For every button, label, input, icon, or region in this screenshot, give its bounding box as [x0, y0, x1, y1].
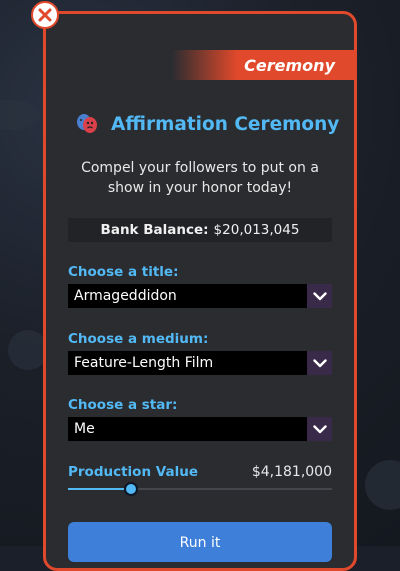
title-select-value: Armageddidon	[74, 288, 177, 304]
title-select-toggle[interactable]	[307, 284, 332, 308]
theater-masks-icon	[77, 114, 97, 133]
bank-balance: Bank Balance: $20,013,045	[68, 218, 332, 242]
ceremony-banner: Ceremony	[172, 50, 354, 80]
star-select-toggle[interactable]	[307, 417, 332, 441]
medium-select-toggle[interactable]	[307, 351, 332, 375]
close-button[interactable]	[31, 1, 59, 29]
title-select[interactable]: Armageddidon	[68, 284, 332, 308]
medium-select-value: Feature-Length Film	[74, 355, 214, 371]
title-field-label: Choose a title:	[68, 264, 179, 280]
bank-balance-value: $20,013,045	[213, 222, 300, 238]
chevron-down-icon	[312, 358, 327, 367]
production-value-amount: $4,181,000	[251, 464, 332, 480]
star-field-label: Choose a star:	[68, 397, 178, 413]
medium-select[interactable]: Feature-Length Film	[68, 351, 332, 375]
chevron-down-icon	[312, 291, 327, 300]
chevron-down-icon	[312, 424, 327, 433]
production-value-slider[interactable]	[68, 488, 332, 490]
production-value-label: Production Value	[68, 464, 198, 480]
background-blob	[8, 330, 48, 370]
production-slider-fill	[68, 488, 132, 490]
medium-field-label: Choose a medium:	[68, 331, 209, 347]
close-icon	[38, 8, 52, 22]
dialog-header: Affirmation Ceremony	[75, 110, 339, 138]
dialog-description: Compel your followers to put on a show i…	[81, 160, 319, 196]
star-select-value: Me	[74, 421, 95, 437]
background-blob	[365, 460, 400, 510]
dialog-title: Affirmation Ceremony	[111, 113, 340, 135]
star-select[interactable]: Me	[68, 417, 332, 441]
background-blob	[0, 100, 40, 130]
banner-label: Ceremony	[244, 55, 335, 75]
bank-balance-label: Bank Balance:	[100, 222, 209, 238]
run-it-button[interactable]: Run it	[68, 522, 332, 562]
